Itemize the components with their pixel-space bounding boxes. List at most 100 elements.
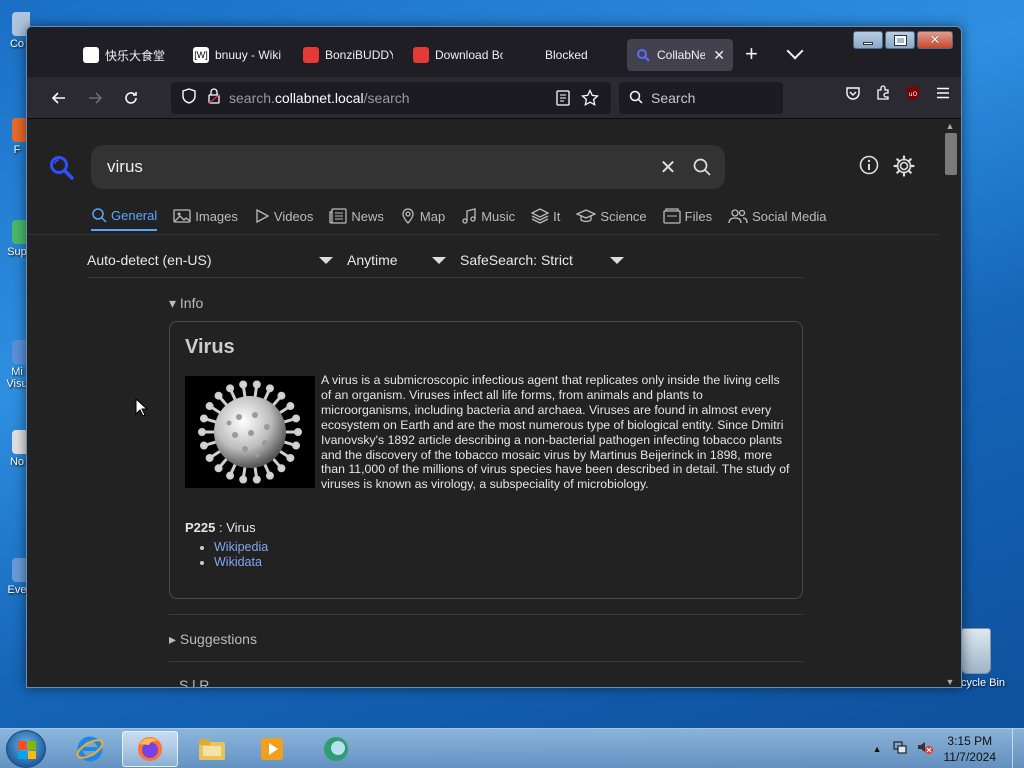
category-label: Music bbox=[481, 208, 516, 224]
pocket-icon[interactable] bbox=[845, 85, 861, 106]
maximize-button[interactable] bbox=[885, 31, 915, 49]
virus-spike-tip bbox=[199, 414, 208, 423]
tab-list-chevron-icon[interactable] bbox=[786, 42, 804, 60]
new-tab-button[interactable]: + bbox=[745, 41, 758, 67]
back-button[interactable] bbox=[45, 85, 73, 111]
ublock-origin-icon[interactable]: uO bbox=[905, 85, 921, 106]
tab-social-media[interactable]: Social Media bbox=[728, 207, 827, 231]
tab-label: CollabNet bbox=[657, 48, 706, 62]
shield-icon[interactable] bbox=[181, 87, 197, 109]
tab-files[interactable]: Files bbox=[663, 207, 712, 231]
desktop-icon-label: Eve bbox=[7, 584, 27, 596]
tab-videos[interactable]: Videos bbox=[254, 207, 313, 231]
scrollbar-thumb[interactable] bbox=[945, 133, 957, 175]
file-explorer-taskbar-button[interactable] bbox=[184, 731, 240, 767]
tab-3[interactable]: Download Bo bbox=[413, 39, 503, 71]
category-label: Files bbox=[684, 208, 713, 224]
infobox: Virus A virus is a submicroscopic infect… bbox=[169, 321, 803, 599]
firefox-taskbar-button[interactable] bbox=[122, 731, 178, 767]
close-window-button[interactable]: ✕ bbox=[917, 31, 953, 49]
tab-music[interactable]: Music bbox=[461, 207, 515, 231]
tab-images[interactable]: Images bbox=[173, 207, 238, 231]
extensions-puzzle-icon[interactable] bbox=[875, 85, 891, 106]
tab-news[interactable]: News bbox=[329, 207, 384, 231]
url-host: search. bbox=[229, 90, 275, 106]
wikidata-link[interactable]: Wikidata bbox=[214, 555, 262, 569]
lock-icon[interactable] bbox=[207, 87, 221, 109]
safesearch-select[interactable]: SafeSearch: Strict bbox=[460, 252, 624, 268]
desktop-icon-label: Co bbox=[9, 38, 25, 50]
virus-spike-tip bbox=[252, 380, 261, 389]
start-button[interactable] bbox=[6, 730, 46, 768]
virus-spike-tip bbox=[205, 402, 214, 411]
bookmark-star-icon[interactable] bbox=[581, 88, 599, 112]
show-desktop-button[interactable] bbox=[1012, 729, 1024, 768]
chevron-down-icon bbox=[319, 256, 333, 264]
time-range-select[interactable]: Anytime bbox=[347, 252, 460, 268]
language-select-value: Auto-detect (en-US) bbox=[87, 252, 212, 268]
clear-search-icon[interactable]: ✕ bbox=[651, 150, 685, 184]
scroll-up-icon[interactable]: ▲ bbox=[945, 121, 955, 131]
info-icon[interactable] bbox=[859, 155, 879, 182]
list-item: Wikidata bbox=[214, 555, 268, 570]
favicon-icon bbox=[523, 47, 539, 63]
taskbar-clock[interactable]: 3:15 PM 11/7/2024 bbox=[944, 733, 997, 765]
tab-it[interactable]: It bbox=[531, 207, 560, 231]
tab-2[interactable]: BonziBUDDY bbox=[303, 39, 393, 71]
forward-button[interactable] bbox=[81, 85, 109, 111]
virus-spike-tip bbox=[239, 380, 248, 389]
hamburger-menu-icon[interactable] bbox=[935, 85, 951, 106]
mouse-cursor-icon bbox=[135, 397, 149, 423]
tab-4[interactable]: Blocked bbox=[523, 39, 613, 71]
minimize-button[interactable] bbox=[853, 31, 883, 49]
tab-label: Download Bo bbox=[435, 48, 503, 62]
url-text: search.collabnet.local/search bbox=[229, 90, 410, 106]
taskbar: ▲ 3:15 PM 11/7/2024 bbox=[0, 728, 1024, 768]
info-section-toggle[interactable]: ▾ Info bbox=[169, 295, 203, 312]
virus-spike-tip bbox=[286, 453, 295, 462]
media-player-taskbar-button[interactable] bbox=[244, 731, 300, 767]
search-submit-icon[interactable] bbox=[685, 150, 719, 184]
page-scrollbar[interactable]: ▲ ▼ bbox=[939, 119, 961, 687]
network-icon[interactable] bbox=[892, 739, 908, 760]
app-taskbar-button[interactable] bbox=[308, 731, 364, 767]
list-item: Wikipedia bbox=[214, 540, 268, 555]
virus-image bbox=[185, 376, 315, 488]
search-query-text[interactable]: virus bbox=[107, 157, 651, 177]
close-tab-icon[interactable]: ✕ bbox=[713, 47, 725, 64]
tab-general[interactable]: General bbox=[91, 207, 158, 231]
navigation-toolbar: search.collabnet.local/search Search uO bbox=[27, 77, 961, 119]
layers-icon bbox=[531, 208, 550, 224]
infobox-property: P225 : Virus bbox=[185, 520, 256, 535]
language-select[interactable]: Auto-detect (en-US) bbox=[87, 252, 347, 268]
show-hidden-icons-icon[interactable]: ▲ bbox=[873, 744, 882, 754]
wikipedia-link[interactable]: Wikipedia bbox=[214, 540, 268, 554]
virus-spike-tip bbox=[292, 441, 301, 450]
url-bar[interactable]: search.collabnet.local/search bbox=[171, 82, 611, 114]
url-path: /search bbox=[363, 90, 410, 106]
reload-button[interactable] bbox=[117, 85, 145, 111]
suggestions-toggle[interactable]: ▸ Suggestions bbox=[169, 631, 257, 648]
cut-off-section-heading: S l R bbox=[179, 677, 210, 688]
favicon-icon: [W] bbox=[193, 47, 209, 63]
internet-explorer-taskbar-button[interactable] bbox=[62, 731, 118, 767]
tab-science[interactable]: Science bbox=[576, 207, 647, 231]
reader-view-icon[interactable] bbox=[555, 90, 571, 111]
category-label: Social Media bbox=[752, 208, 827, 224]
virus-spike-tip bbox=[265, 471, 274, 480]
virus-spike-tip bbox=[252, 475, 261, 484]
scroll-down-icon[interactable]: ▼ bbox=[945, 677, 955, 687]
volume-muted-icon[interactable] bbox=[916, 739, 934, 760]
tab-1[interactable]: [W] bnuuy - Wiki bbox=[193, 39, 283, 71]
searxng-logo-icon[interactable] bbox=[49, 155, 75, 186]
category-tabs: General Images Videos News Map Music It Science… bbox=[91, 207, 827, 231]
settings-gear-icon[interactable] bbox=[893, 155, 915, 182]
tab-0[interactable]: 快乐大食堂 bbox=[83, 39, 173, 71]
tab-label: 快乐大食堂 bbox=[105, 48, 166, 63]
browser-search-bar[interactable]: Search bbox=[619, 82, 783, 114]
play-icon bbox=[254, 208, 270, 224]
tab-collabnet[interactable]: CollabNet ✕ bbox=[627, 39, 733, 71]
tab-map[interactable]: Map bbox=[400, 207, 445, 231]
search-favicon-icon bbox=[635, 47, 651, 63]
search-input[interactable]: virus ✕ bbox=[91, 145, 725, 189]
